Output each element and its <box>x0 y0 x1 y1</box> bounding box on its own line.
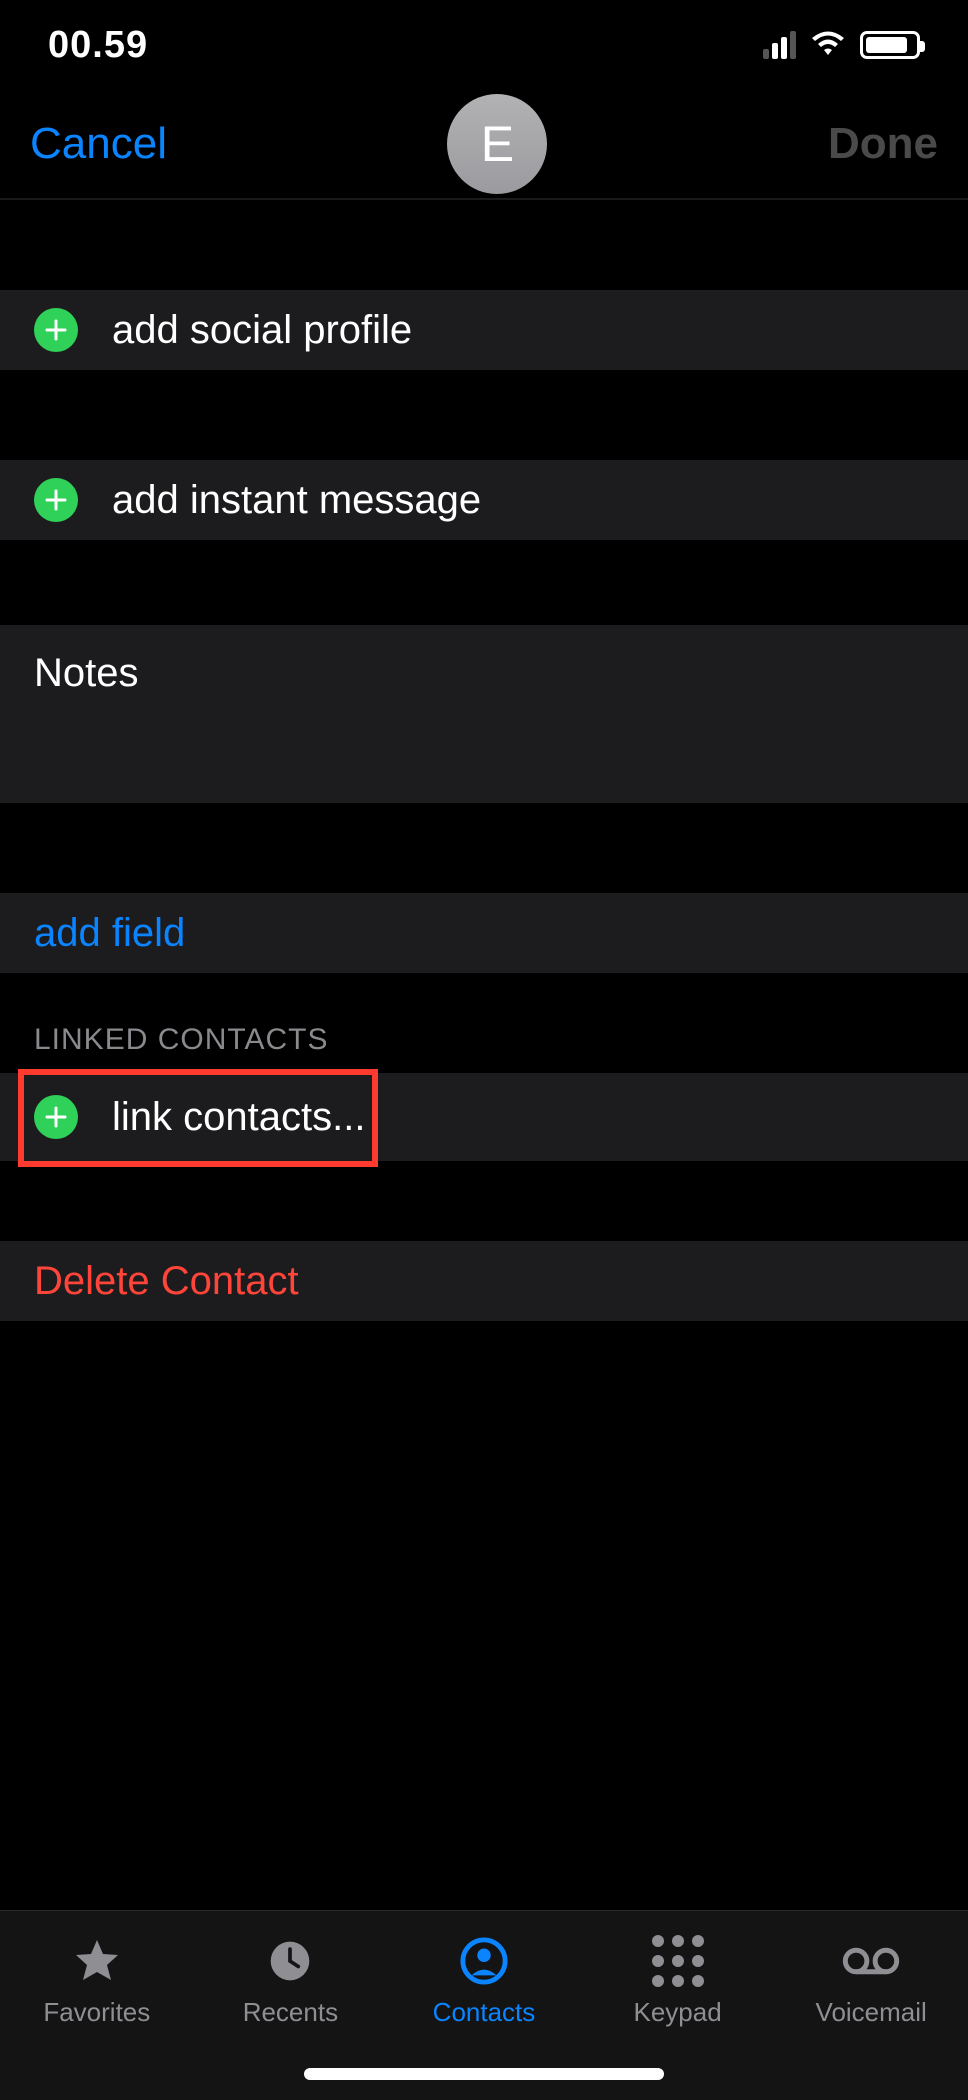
plus-icon <box>34 1095 78 1139</box>
wifi-icon <box>810 31 846 59</box>
plus-icon <box>34 308 78 352</box>
voicemail-icon <box>842 1935 900 1987</box>
spacer <box>0 1161 968 1241</box>
link-contacts-highlight-wrap: link contacts... <box>0 1073 968 1161</box>
add-social-profile-row[interactable]: add social profile <box>0 290 968 370</box>
add-instant-message-label: add instant message <box>112 478 481 523</box>
clock-icon <box>261 1935 319 1987</box>
delete-contact-label: Delete Contact <box>34 1259 299 1304</box>
contact-avatar[interactable]: E <box>447 94 547 194</box>
add-social-profile-label: add social profile <box>112 308 412 353</box>
done-button[interactable]: Done <box>828 119 938 169</box>
keypad-icon <box>649 1935 707 1987</box>
delete-contact-row[interactable]: Delete Contact <box>0 1241 968 1321</box>
tab-contacts-label: Contacts <box>433 1997 536 2028</box>
battery-icon <box>860 31 920 59</box>
tab-keypad-label: Keypad <box>633 1997 721 2028</box>
spacer <box>0 200 968 290</box>
notes-label: Notes <box>34 651 139 696</box>
plus-icon <box>34 478 78 522</box>
tab-bar: Favorites Recents Contacts Keypad Voicem… <box>0 1910 968 2100</box>
cancel-button[interactable]: Cancel <box>30 119 167 169</box>
home-indicator[interactable] <box>304 2068 664 2080</box>
status-right <box>763 31 920 59</box>
status-bar: 00.59 <box>0 0 968 90</box>
notes-field[interactable]: Notes <box>0 625 968 803</box>
spacer <box>0 540 968 625</box>
status-time: 00.59 <box>48 24 148 67</box>
spacer <box>0 370 968 460</box>
tab-voicemail[interactable]: Voicemail <box>774 1911 968 2100</box>
cellular-signal-icon <box>763 31 796 59</box>
add-field-label: add field <box>34 911 185 956</box>
person-icon <box>455 1935 513 1987</box>
avatar-initial: E <box>481 115 514 173</box>
tab-favorites-label: Favorites <box>43 1997 150 2028</box>
tab-favorites[interactable]: Favorites <box>0 1911 194 2100</box>
link-contacts-row[interactable]: link contacts... <box>0 1073 968 1161</box>
spacer <box>0 803 968 893</box>
star-icon <box>68 1935 126 1987</box>
tab-voicemail-label: Voicemail <box>816 1997 927 2028</box>
edit-contact-header: Cancel E Done <box>0 90 968 200</box>
add-instant-message-row[interactable]: add instant message <box>0 460 968 540</box>
tab-recents-label: Recents <box>243 1997 338 2028</box>
link-contacts-label: link contacts... <box>112 1095 365 1140</box>
linked-contacts-section-label: LINKED CONTACTS <box>0 973 968 1073</box>
add-field-row[interactable]: add field <box>0 893 968 973</box>
